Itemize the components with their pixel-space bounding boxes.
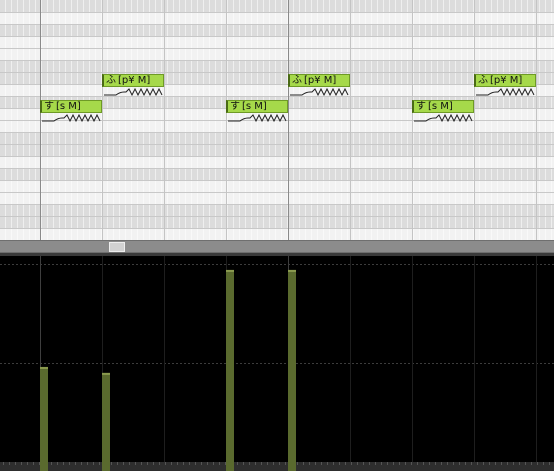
note-lyric: す (416, 101, 426, 112)
note-bar[interactable]: す [s M] (226, 100, 288, 113)
dynamics-bar-cap (226, 269, 234, 272)
grid-row-line (0, 36, 554, 37)
vibrato-line-icon (228, 113, 287, 123)
dynamics-bar (40, 366, 48, 471)
grid-bar-line (288, 0, 289, 240)
control-track[interactable] (0, 256, 554, 471)
dynamics-bar-cap (288, 269, 296, 272)
grid-row-line (0, 60, 554, 61)
grid-beat-line (350, 0, 351, 240)
grid-row-line (0, 216, 554, 217)
dynamics-bar (288, 269, 296, 471)
vibrato-line-icon (476, 87, 535, 97)
note-phoneme: [p¥ M] (118, 75, 151, 86)
note-lyric: ふ (292, 75, 302, 86)
note-bar[interactable]: ふ [p¥ M] (102, 74, 164, 87)
horizontal-scrollbar[interactable] (0, 240, 554, 253)
note-bar[interactable]: ふ [p¥ M] (288, 74, 350, 87)
grid-row-line (0, 168, 554, 169)
grid-beat-line (474, 0, 475, 240)
note-phoneme: [s M] (242, 101, 267, 112)
grid-row-line (0, 204, 554, 205)
dynamics-bar (226, 269, 234, 471)
note-phoneme: [s M] (428, 101, 453, 112)
control-baseline (0, 462, 554, 471)
grid-row-line (0, 48, 554, 49)
vibrato-line-icon (42, 113, 101, 123)
note-lyric: す (230, 101, 240, 112)
note-lyric: す (44, 101, 54, 112)
grid-row-line (0, 72, 554, 73)
grid-row-line (0, 132, 554, 133)
grid-beat-line (536, 0, 537, 240)
piano-roll[interactable]: す [s M] ふ [p¥ M] す [s M] ふ [p¥ M] す [s M] (0, 0, 554, 240)
dynamics-bar (102, 372, 110, 471)
vibrato-line-icon (290, 87, 349, 97)
grid-row-line (0, 24, 554, 25)
grid-row-line (0, 192, 554, 193)
grid-row-line (0, 180, 554, 181)
grid-row-line (0, 84, 554, 85)
grid-beat-line (164, 0, 165, 240)
scrollbar-thumb[interactable] (109, 242, 125, 252)
note-lyric: ふ (478, 75, 488, 86)
note-lyric: ふ (106, 75, 116, 86)
grid-row-line (0, 96, 554, 97)
note-phoneme: [p¥ M] (490, 75, 523, 86)
note-bar[interactable]: ふ [p¥ M] (474, 74, 536, 87)
note-bar[interactable]: す [s M] (412, 100, 474, 113)
note-phoneme: [s M] (56, 101, 81, 112)
grid-beat-line (102, 0, 103, 240)
note-phoneme: [p¥ M] (304, 75, 337, 86)
grid-row-line (0, 228, 554, 229)
control-track-canvas[interactable] (0, 256, 554, 471)
grid-row-line (0, 12, 554, 13)
vibrato-line-icon (414, 113, 473, 123)
grid-row-line (0, 144, 554, 145)
dynamics-bar-cap (102, 372, 110, 375)
note-bar[interactable]: す [s M] (40, 100, 102, 113)
grid-row-line (0, 156, 554, 157)
vibrato-line-icon (104, 87, 163, 97)
dynamics-bar-cap (40, 366, 48, 369)
